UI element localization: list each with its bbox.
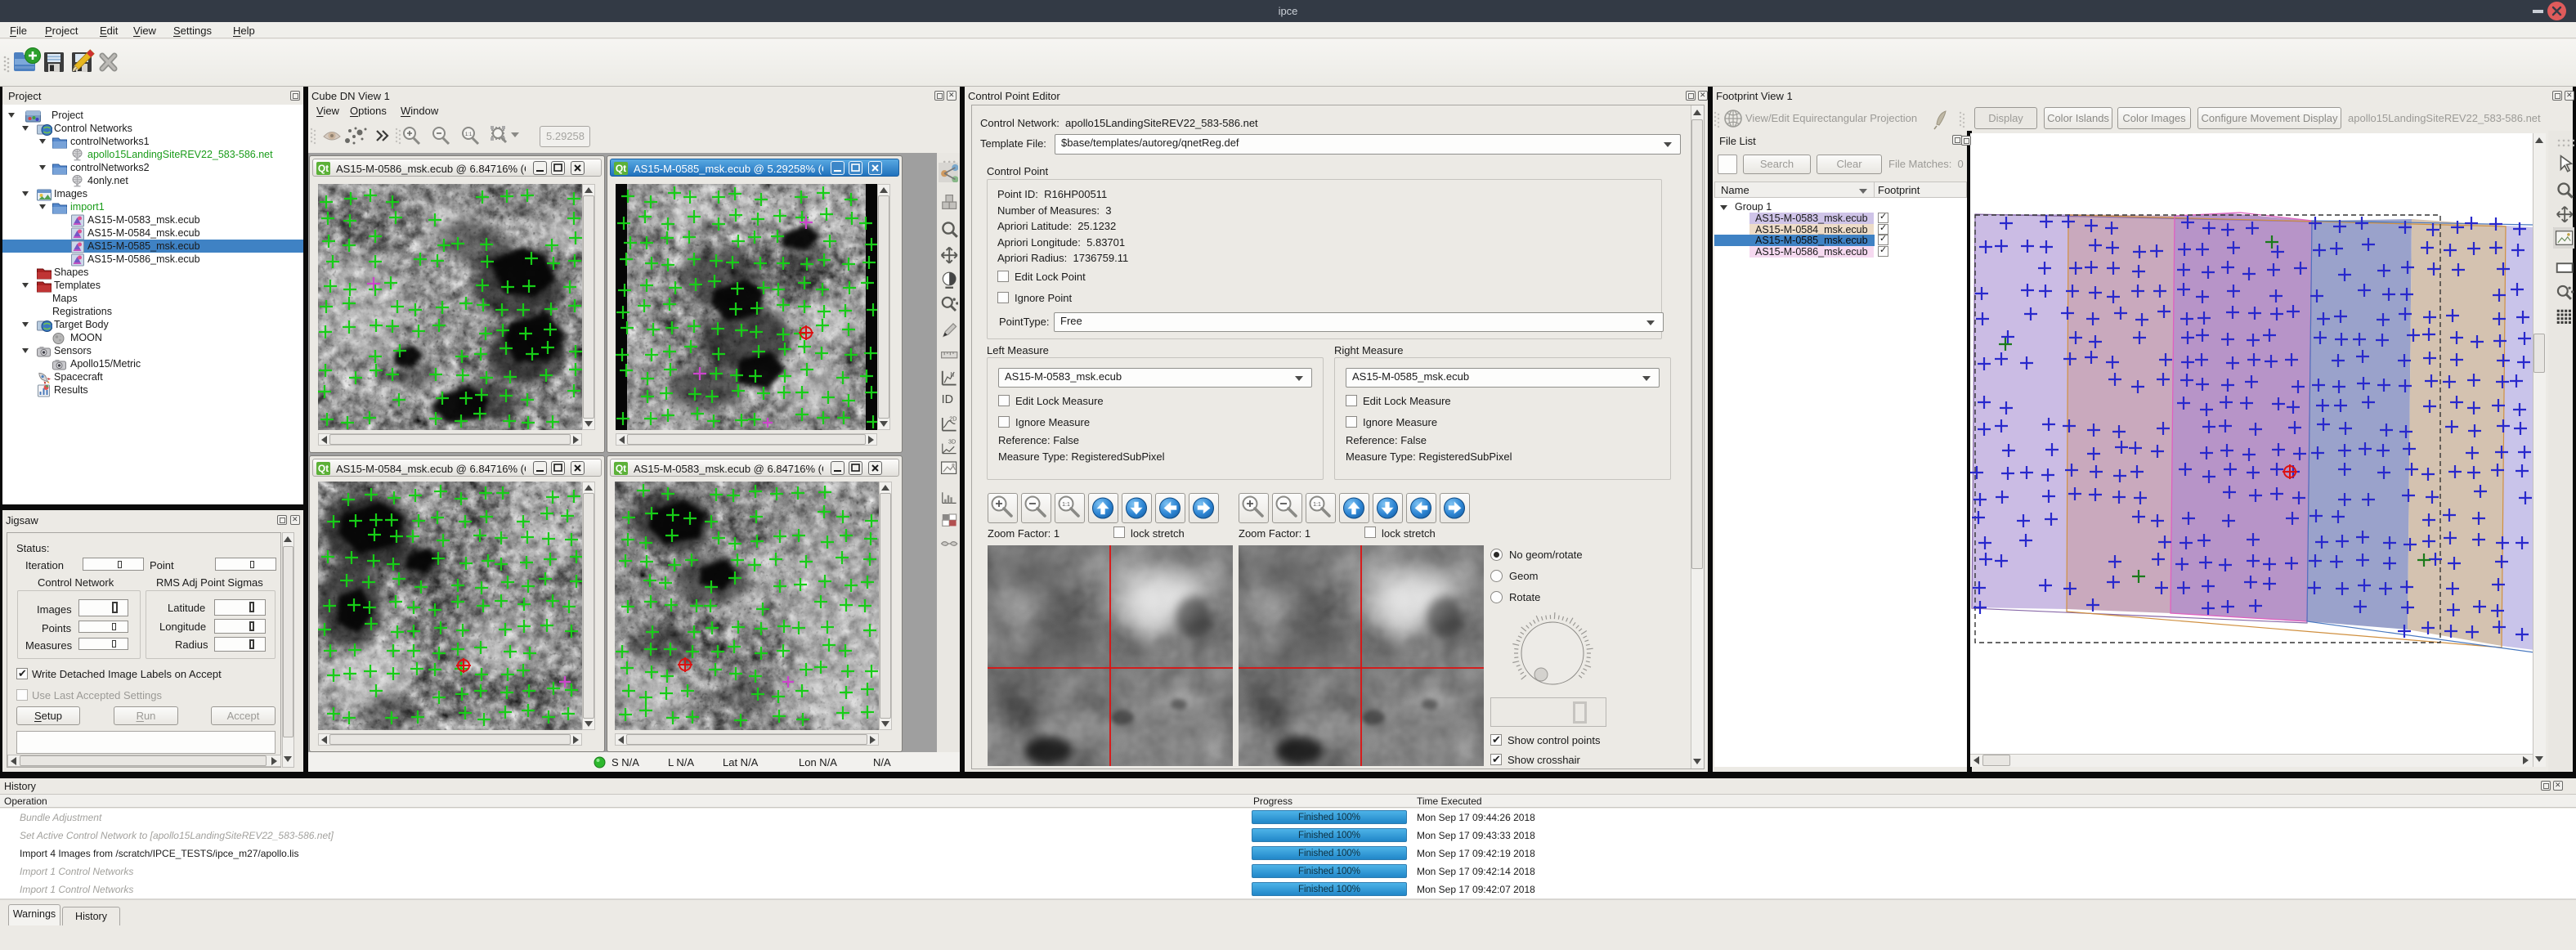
svg-text:h: h	[950, 370, 954, 379]
svg-text:ID: ID	[942, 393, 953, 406]
svg-text:1:1: 1:1	[465, 132, 473, 137]
svg-text:1:1: 1:1	[1062, 502, 1070, 508]
svg-text:3D: 3D	[948, 438, 956, 446]
svg-text:1:1: 1:1	[1313, 502, 1321, 508]
svg-text:2D: 2D	[949, 415, 956, 423]
